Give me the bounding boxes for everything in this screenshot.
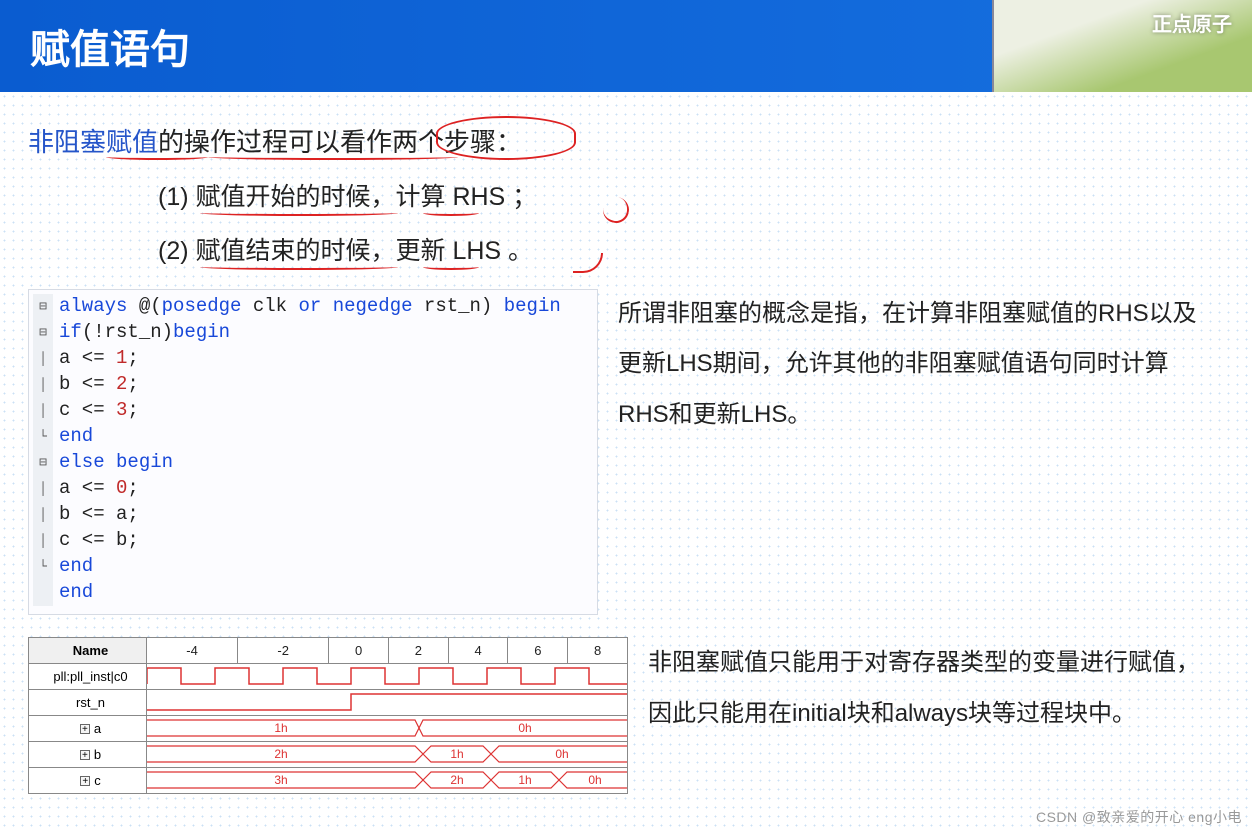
wave-row-b: +b 2h 1h 0h: [29, 741, 628, 767]
wave-row-clk: pll:pll_inst|c0: [29, 663, 628, 689]
step-2-text: (2) 赋值结束的时候，更新 LHS 。: [158, 237, 533, 265]
svg-text:1h: 1h: [274, 721, 287, 735]
svg-text:3h: 3h: [274, 773, 287, 787]
intro-highlight: 非阻塞赋值: [28, 127, 158, 157]
watermark: CSDN @致亲爱的开心 eng小电: [1036, 807, 1242, 827]
annotation-underline: [423, 210, 479, 216]
svg-text:0h: 0h: [588, 773, 601, 787]
bus-wave-icon: 3h 2h 1h 0h: [147, 768, 627, 792]
annotation-underline: [200, 264, 398, 270]
svg-text:1h: 1h: [518, 773, 531, 787]
svg-text:0h: 0h: [555, 747, 568, 761]
annotation-underline: [200, 210, 398, 216]
step-1-text: (1) 赋值开始的时候，计算 RHS ；: [158, 183, 537, 211]
step-1: (1) 赋值开始的时候，计算 RHS ；: [158, 177, 1224, 213]
annotation-underline: [106, 154, 208, 160]
svg-text:2h: 2h: [274, 747, 287, 761]
intro-line: 非阻塞赋值的操作过程可以看作两个步骤：: [28, 122, 1224, 159]
clock-wave-icon: [147, 664, 627, 688]
waveform-ticks: Name -4 -2 0 2 4 6 8: [29, 637, 628, 663]
annotation-arc: [573, 253, 603, 273]
expand-icon[interactable]: +: [80, 750, 90, 760]
wave-row-a: +a 1h 0h: [29, 715, 628, 741]
col-name-header: Name: [29, 637, 147, 663]
paragraph-1: 所谓非阻塞的概念是指，在计算非阻塞赋值的RHS以及更新LHS期间，允许其他的非阻…: [618, 289, 1224, 615]
bus-wave-icon: 1h 0h: [147, 716, 627, 740]
wave-row-rst: rst_n: [29, 689, 628, 715]
content-area: 非阻塞赋值的操作过程可以看作两个步骤： (1) 赋值开始的时候，计算 RHS ；…: [0, 92, 1252, 794]
waveform-table: Name -4 -2 0 2 4 6 8 pll:pll_inst|c0 rst…: [28, 637, 628, 794]
step-2: (2) 赋值结束的时候，更新 LHS 。: [158, 231, 1224, 267]
wave-row-c: +c 3h 2h 1h 0h: [29, 767, 628, 793]
header-image: 正点原子: [992, 0, 1252, 92]
header-image-text: 正点原子: [1152, 8, 1232, 37]
code-kw: always: [59, 295, 127, 317]
expand-icon[interactable]: +: [80, 724, 90, 734]
rst-wave-icon: [147, 690, 627, 714]
annotation-underline: [208, 154, 458, 160]
bus-wave-icon: 2h 1h 0h: [147, 742, 627, 766]
svg-text:1h: 1h: [450, 747, 463, 761]
code-block: ⊟always @(posedge clk or negedge rst_n) …: [28, 289, 598, 615]
header-bar: 赋值语句 正点原子: [0, 0, 1252, 92]
svg-text:2h: 2h: [450, 773, 463, 787]
svg-text:0h: 0h: [518, 721, 531, 735]
paragraph-2: 非阻塞赋值只能用于对寄存器类型的变量进行赋值，因此只能用在initial块和al…: [648, 637, 1224, 740]
annotation-underline: [423, 264, 479, 270]
expand-icon[interactable]: +: [80, 776, 90, 786]
annotation-arc: [601, 195, 631, 225]
page-title: 赋值语句: [30, 17, 190, 75]
